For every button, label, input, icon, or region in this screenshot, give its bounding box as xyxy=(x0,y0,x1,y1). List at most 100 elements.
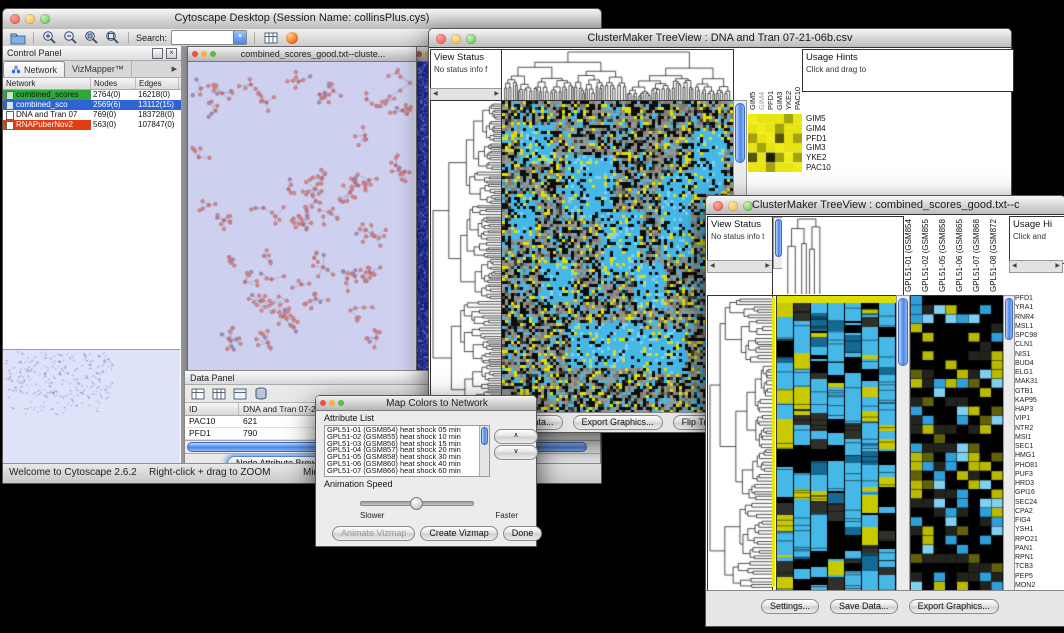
close-button[interactable] xyxy=(10,14,20,24)
float-panel-icon[interactable] xyxy=(152,48,163,59)
gene-label[interactable]: RNR4 xyxy=(1015,314,1062,322)
attribute-grid-icon[interactable] xyxy=(210,386,227,401)
gene-label[interactable]: CLN1 xyxy=(1015,341,1062,349)
zoom-fit-icon[interactable] xyxy=(104,30,121,45)
network-row[interactable]: combined_sco 2569(6) 13112(15) xyxy=(3,100,181,110)
gene-label[interactable]: BUD4 xyxy=(1015,360,1062,368)
search-combobox[interactable]: ▾ xyxy=(171,30,247,45)
gene-label[interactable]: MON2 xyxy=(1015,582,1062,590)
column-label[interactable]: PFD1 xyxy=(766,50,775,110)
gene-label[interactable]: MSL1 xyxy=(1015,323,1062,331)
heatmap-global[interactable] xyxy=(776,295,897,592)
column-label[interactable]: GPL51-08 (GSM872 xyxy=(987,216,1000,292)
gene-label[interactable]: MSI1 xyxy=(1015,434,1062,442)
move-down-button[interactable]: ∨ xyxy=(494,445,538,460)
gene-label[interactable]: SEC24 xyxy=(1015,499,1062,507)
close-button[interactable] xyxy=(192,51,198,57)
scroll-left-icon[interactable]: ◀ xyxy=(431,90,440,99)
zoom-in-icon[interactable] xyxy=(41,30,58,45)
vscroll-thumb[interactable] xyxy=(481,427,488,445)
column-label[interactable]: GIM5 xyxy=(748,50,757,110)
treeview2-titlebar[interactable]: ClusterMaker TreeView : combined_scores_… xyxy=(706,196,1064,215)
dialog-button[interactable]: Done xyxy=(503,526,543,541)
gene-label[interactable]: RPO21 xyxy=(1015,536,1062,544)
heatmap-zoom[interactable] xyxy=(748,114,802,172)
tab-network[interactable]: Network xyxy=(3,61,65,77)
vscroll-thumb[interactable] xyxy=(775,219,782,257)
gene-label[interactable]: FIG4 xyxy=(1015,517,1062,525)
gene-label[interactable]: GTB1 xyxy=(1015,388,1062,396)
grid-icon[interactable] xyxy=(262,30,279,45)
gene-label[interactable]: HMG1 xyxy=(1015,452,1062,460)
network-row[interactable]: DNA and Tran 07 769(0) 183728(0) xyxy=(3,110,181,120)
gene-label[interactable]: NIS1 xyxy=(1015,351,1062,359)
treeview-button[interactable]: Save Data... xyxy=(830,599,898,614)
gene-label[interactable]: GPI16 xyxy=(1015,489,1062,497)
row-dendrogram[interactable] xyxy=(707,295,773,592)
row-dendrogram[interactable] xyxy=(430,100,502,414)
row-label[interactable]: GIM4 xyxy=(806,124,846,133)
attribute-edit-icon[interactable] xyxy=(231,386,248,401)
column-label[interactable]: YKE2 xyxy=(784,50,793,110)
open-folder-icon[interactable] xyxy=(9,30,26,45)
minimize-button[interactable] xyxy=(451,34,461,44)
speed-slider-thumb[interactable] xyxy=(410,497,423,510)
row-label[interactable]: GIM5 xyxy=(806,114,846,123)
close-panel-icon[interactable]: × xyxy=(166,48,177,59)
column-label[interactable]: GPL51-07 (GSM868 xyxy=(970,216,983,292)
close-button[interactable] xyxy=(320,400,326,406)
treeview1-titlebar[interactable]: ClusterMaker TreeView : DNA and Tran 07-… xyxy=(429,29,1011,48)
treeview-button[interactable]: Export Graphics... xyxy=(909,599,999,614)
treeview-button[interactable]: Export Graphics... xyxy=(573,415,663,430)
tab-overflow-icon[interactable]: ▶ xyxy=(168,61,181,77)
gene-label[interactable]: VIP1 xyxy=(1015,415,1062,423)
database-icon[interactable] xyxy=(252,386,269,401)
status-hscrollbar[interactable]: ◀ ▶ xyxy=(707,260,773,273)
gene-label[interactable]: SEC1 xyxy=(1015,443,1062,451)
row-label[interactable]: PAC10 xyxy=(806,163,846,172)
dialog-titlebar[interactable]: Map Colors to Network xyxy=(316,396,536,411)
gene-label[interactable]: NTR2 xyxy=(1015,425,1062,433)
gene-label[interactable]: TCB3 xyxy=(1015,563,1062,571)
vscroll-thumb[interactable] xyxy=(735,103,745,163)
zoom-out-icon[interactable] xyxy=(62,30,79,45)
scroll-left-icon[interactable]: ◀ xyxy=(1010,262,1019,271)
scroll-right-icon[interactable]: ▶ xyxy=(1053,262,1062,271)
gene-label[interactable]: HAP3 xyxy=(1015,406,1062,414)
attribute-select-icon[interactable] xyxy=(189,386,206,401)
orange-ball-icon[interactable] xyxy=(283,30,300,45)
usage-hscrollbar[interactable]: ◀ ▶ xyxy=(1009,260,1063,273)
chevron-down-icon[interactable]: ▾ xyxy=(233,31,246,44)
column-label[interactable]: PAC10 xyxy=(793,50,802,110)
gene-label[interactable]: YRA1 xyxy=(1015,304,1062,312)
row-label[interactable]: PFD1 xyxy=(806,134,846,143)
gene-label[interactable]: MAK31 xyxy=(1015,378,1062,386)
gene-label[interactable]: KAP95 xyxy=(1015,397,1062,405)
scroll-left-icon[interactable]: ◀ xyxy=(708,262,717,271)
gene-label[interactable]: PAN1 xyxy=(1015,545,1062,553)
vscroll-thumb[interactable] xyxy=(1005,298,1013,340)
search-input[interactable] xyxy=(172,31,233,44)
network-view-1-titlebar[interactable]: combined_scores_good.txt--cluste... xyxy=(188,47,416,62)
network-row[interactable]: combined_scores 2764(0) 16218(0) xyxy=(3,90,181,100)
close-button[interactable] xyxy=(713,201,723,211)
gene-label[interactable]: PHO81 xyxy=(1015,462,1062,470)
column-label[interactable]: GPL51-06 (GSM865 xyxy=(953,216,966,292)
tab-vizmapper[interactable]: VizMapper™ xyxy=(65,61,132,77)
column-label[interactable]: GPL51-05 (GSM858 xyxy=(936,216,949,292)
column-label[interactable]: GIM4 xyxy=(757,50,766,110)
gene-label[interactable]: YSH1 xyxy=(1015,526,1062,534)
close-button[interactable] xyxy=(436,34,446,44)
network-row[interactable]: RNAPuberNov2 563(0) 107847(0) xyxy=(3,120,181,130)
dialog-button[interactable]: Create Vizmap xyxy=(420,526,497,541)
gene-label[interactable]: SPC98 xyxy=(1015,332,1062,340)
row-label[interactable]: YKE2 xyxy=(806,153,846,162)
gene-label[interactable]: HRD3 xyxy=(1015,480,1062,488)
treeview-button[interactable]: Settings... xyxy=(761,599,819,614)
scroll-right-icon[interactable]: ▶ xyxy=(492,90,501,99)
column-label[interactable]: GPL51-01 (GSM854 xyxy=(902,216,915,292)
gene-label[interactable]: PUF3 xyxy=(1015,471,1062,479)
column-dendrogram[interactable] xyxy=(782,217,902,294)
row-label[interactable]: GIM3 xyxy=(806,143,846,152)
minimize-button[interactable] xyxy=(329,400,335,406)
